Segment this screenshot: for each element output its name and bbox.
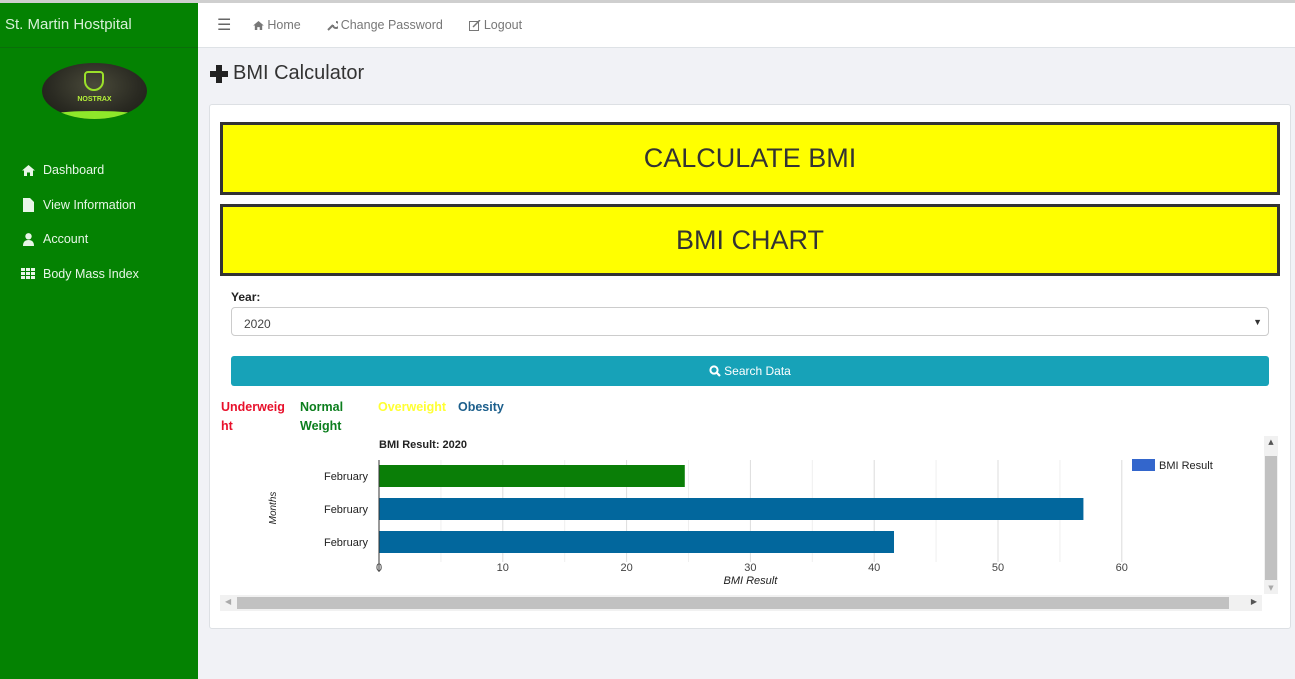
logo-shield-icon <box>84 71 104 91</box>
search-icon <box>709 365 721 377</box>
page-title: BMI Calculator <box>210 62 364 85</box>
bmi-chart-button[interactable]: BMI CHART <box>220 204 1280 276</box>
logo-text: NOSTRAX <box>77 96 112 103</box>
plus-icon <box>210 64 228 83</box>
category-overweight: Overweight <box>378 398 446 417</box>
home-icon <box>253 20 265 30</box>
user-icon <box>20 232 36 246</box>
scroll-up-icon[interactable]: ▲ <box>1264 438 1278 446</box>
nav-home-link[interactable]: Home <box>253 18 301 32</box>
category-obesity: Obesity <box>458 398 504 417</box>
bar <box>379 498 1084 520</box>
chart-vertical-scrollbar[interactable]: ▲ ▼ <box>1264 436 1278 594</box>
file-icon <box>20 197 36 212</box>
sidebar-item-dashboard[interactable]: Dashboard <box>0 153 198 188</box>
x-tick-label: 20 <box>620 562 632 574</box>
y-tick-label: February <box>324 537 369 549</box>
grid-icon <box>20 268 36 280</box>
top-navbar: ☰ Home Change Password Logout <box>198 3 1295 48</box>
scroll-down-icon[interactable]: ▼ <box>1264 584 1278 592</box>
x-axis-title: BMI Result <box>724 575 779 587</box>
home-icon <box>20 164 36 176</box>
year-label: Year: <box>231 290 261 304</box>
chart-title: BMI Result: 2020 <box>379 439 467 451</box>
year-select-value: 2020 <box>244 317 271 331</box>
scrollbar-thumb[interactable] <box>1265 456 1277 580</box>
nav-change-password-link[interactable]: Change Password <box>326 18 443 32</box>
sidebar-item-account[interactable]: Account <box>0 222 198 257</box>
chart-horizontal-scrollbar[interactable]: ◀ ▶ <box>220 595 1262 611</box>
y-axis-title: Months <box>268 492 279 525</box>
sidebar-item-label: View Information <box>43 197 136 212</box>
sidebar-nav: Dashboard View Information Account Body … <box>0 153 198 291</box>
x-tick-label: 50 <box>992 562 1004 574</box>
sidebar-item-body-mass-index[interactable]: Body Mass Index <box>0 257 198 292</box>
sidebar-item-label: Account <box>43 232 89 247</box>
category-normal-weight: Normal Weight <box>300 398 360 436</box>
bar <box>379 465 685 487</box>
category-label: Overweight <box>378 400 447 414</box>
y-tick-label: February <box>324 471 369 483</box>
bmi-chart-container: BMI Result: 2020 February February February… <box>220 435 1279 613</box>
scroll-right-icon[interactable]: ▶ <box>1251 597 1257 606</box>
legend-swatch <box>1132 459 1155 471</box>
category-underweight: Underweight <box>221 398 287 436</box>
bar <box>379 531 895 553</box>
category-label: Underweight <box>221 400 285 433</box>
sidebar-item-label: Body Mass Index <box>43 266 139 281</box>
chevron-down-icon: ▼ <box>1253 317 1262 327</box>
app-title: St. Martin Hostpital <box>0 3 198 48</box>
calculate-bmi-button[interactable]: CALCULATE BMI <box>220 122 1280 195</box>
sidebar: St. Martin Hostpital NOSTRAX Dashboard V… <box>0 3 198 679</box>
legend-label: BMI Result <box>1159 460 1213 472</box>
search-data-button[interactable]: Search Data <box>231 356 1269 386</box>
x-tick-label: 0 <box>376 562 382 574</box>
x-tick-label: 60 <box>1116 562 1128 574</box>
year-select[interactable]: 2020 ▼ <box>231 307 1269 336</box>
y-tick-label: February <box>324 504 369 516</box>
scroll-left-icon[interactable]: ◀ <box>225 597 231 606</box>
x-tick-label: 40 <box>868 562 880 574</box>
category-label: Normal Weight <box>300 400 344 433</box>
wrench-icon <box>326 20 338 31</box>
edit-icon <box>468 19 481 31</box>
x-tick-label: 10 <box>497 562 509 574</box>
sidebar-item-label: Dashboard <box>43 163 105 178</box>
scrollbar-thumb[interactable] <box>237 597 1229 609</box>
hospital-logo: NOSTRAX <box>42 63 147 119</box>
x-tick-label: 30 <box>744 562 756 574</box>
nav-logout-link[interactable]: Logout <box>468 18 522 32</box>
category-label: Obesity <box>458 400 504 414</box>
sidebar-item-view-information[interactable]: View Information <box>0 188 198 223</box>
hamburger-menu-icon[interactable]: ☰ <box>217 15 231 35</box>
bmi-bar-chart: BMI Result: 2020 February February February… <box>268 439 1213 587</box>
